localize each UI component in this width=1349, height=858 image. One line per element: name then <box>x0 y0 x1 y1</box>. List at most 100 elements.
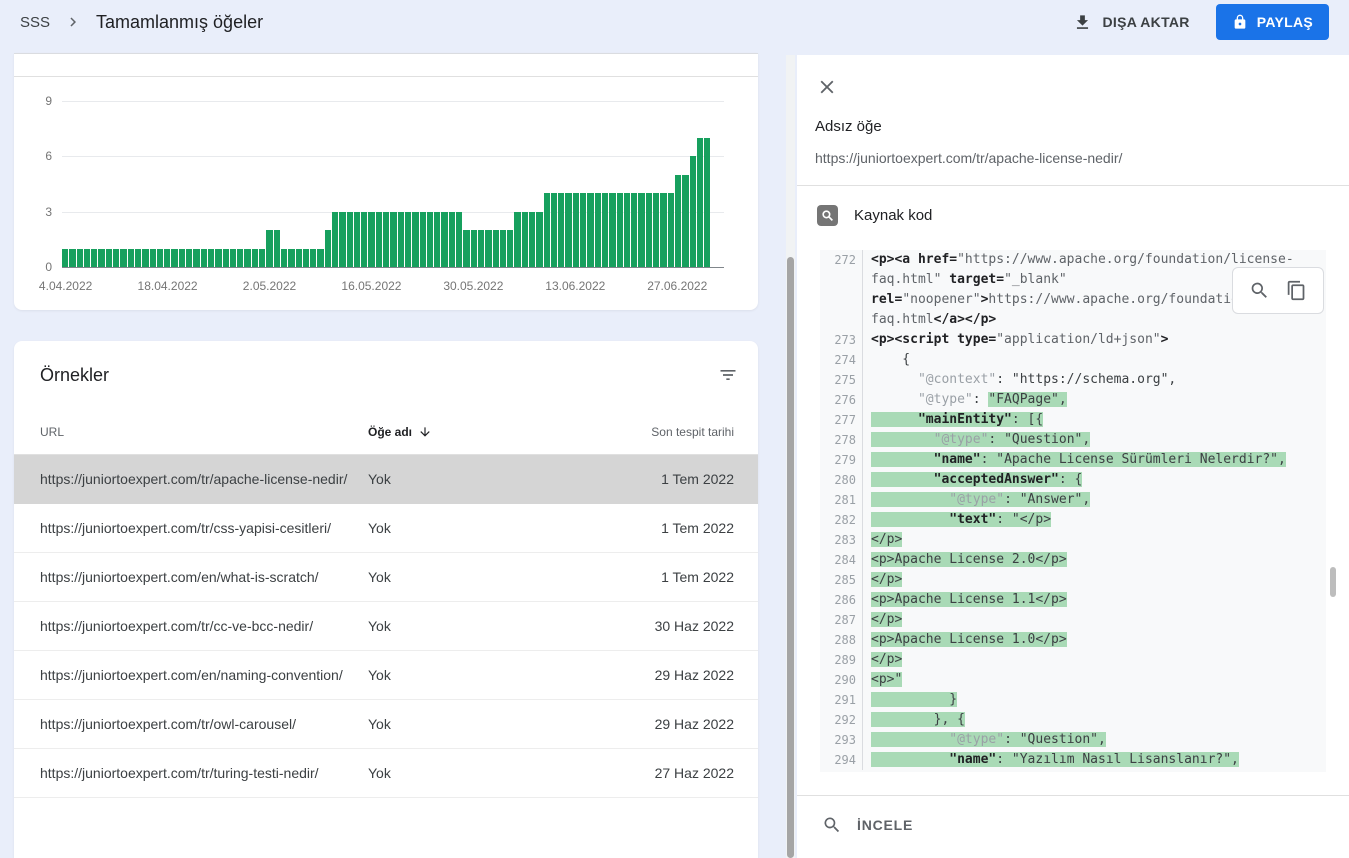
chart-bar[interactable] <box>193 249 199 267</box>
chart-bar[interactable] <box>624 193 630 267</box>
chart-bar[interactable] <box>113 249 119 267</box>
chart-bar[interactable] <box>456 212 462 267</box>
table-row[interactable]: https://juniortoexpert.com/tr/css-yapisi… <box>14 504 758 553</box>
chart-bar[interactable] <box>398 212 404 267</box>
chart-bar[interactable] <box>317 249 323 267</box>
chart-bar[interactable] <box>62 249 68 267</box>
share-button[interactable]: PAYLAŞ <box>1216 4 1329 40</box>
column-header-url[interactable]: URL <box>40 425 64 439</box>
chart-bar[interactable] <box>427 212 433 267</box>
chart-bar[interactable] <box>500 230 506 267</box>
chart-bar[interactable] <box>609 193 615 267</box>
chart-bar[interactable] <box>478 230 484 267</box>
chart-bar[interactable] <box>142 249 148 267</box>
chart-bar[interactable] <box>602 193 608 267</box>
chart-bar[interactable] <box>274 230 280 267</box>
chart-bar[interactable] <box>150 249 156 267</box>
chart-bar[interactable] <box>682 175 688 267</box>
chart-bar[interactable] <box>361 212 367 267</box>
chart-bar[interactable] <box>638 193 644 267</box>
chart-bar[interactable] <box>339 212 345 267</box>
chart-bar[interactable] <box>208 249 214 267</box>
table-row[interactable]: https://juniortoexpert.com/tr/turing-tes… <box>14 749 758 798</box>
chart-bar[interactable] <box>434 212 440 267</box>
chart-bar[interactable] <box>631 193 637 267</box>
chart-bar[interactable] <box>544 193 550 267</box>
chart-bar[interactable] <box>237 249 243 267</box>
chart-bar[interactable] <box>296 249 302 267</box>
chart-bar[interactable] <box>266 230 272 267</box>
chart-bar[interactable] <box>325 230 331 267</box>
chart-bar[interactable] <box>310 249 316 267</box>
table-row[interactable]: https://juniortoexpert.com/tr/owl-carous… <box>14 700 758 749</box>
chart-bar[interactable] <box>252 249 258 267</box>
chart-bar[interactable] <box>551 193 557 267</box>
main-scrollbar-thumb[interactable] <box>787 257 794 858</box>
chart-bar[interactable] <box>529 212 535 267</box>
breadcrumb-root[interactable]: SSS <box>20 14 50 31</box>
chart-bar[interactable] <box>675 175 681 267</box>
chart-bar[interactable] <box>120 249 126 267</box>
inspect-button[interactable]: İNCELE <box>822 815 913 835</box>
chart-bar[interactable] <box>704 138 710 267</box>
code-copy-button[interactable] <box>1286 280 1307 301</box>
chart-bar[interactable] <box>617 193 623 267</box>
chart-bar[interactable] <box>157 249 163 267</box>
chart-bar[interactable] <box>412 212 418 267</box>
chart-bar[interactable] <box>580 193 586 267</box>
chart-bar[interactable] <box>420 212 426 267</box>
chart-bar[interactable] <box>660 193 666 267</box>
column-header-item[interactable]: Öğe adı <box>368 425 432 439</box>
chart-bar[interactable] <box>558 193 564 267</box>
chart-bar[interactable] <box>288 249 294 267</box>
chart-bar[interactable] <box>164 249 170 267</box>
chart-bar[interactable] <box>135 249 141 267</box>
chart-bar[interactable] <box>514 212 520 267</box>
chart-bar[interactable] <box>215 249 221 267</box>
chart-bar[interactable] <box>536 212 542 267</box>
chart-bar[interactable] <box>179 249 185 267</box>
chart-bar[interactable] <box>565 193 571 267</box>
chart-bar[interactable] <box>522 212 528 267</box>
chart-bar[interactable] <box>230 249 236 267</box>
table-row[interactable]: https://juniortoexpert.com/en/what-is-sc… <box>14 553 758 602</box>
chart-bar[interactable] <box>347 212 353 267</box>
chart-bar[interactable] <box>98 249 104 267</box>
chart-bar[interactable] <box>84 249 90 267</box>
chart-bar[interactable] <box>128 249 134 267</box>
column-header-date[interactable]: Son tespit tarihi <box>651 425 734 439</box>
chart-bar[interactable] <box>171 249 177 267</box>
table-row[interactable]: https://juniortoexpert.com/en/naming-con… <box>14 651 758 700</box>
chart-bar[interactable] <box>471 230 477 267</box>
chart-bar[interactable] <box>573 193 579 267</box>
chart-bar[interactable] <box>354 212 360 267</box>
chart-bar[interactable] <box>91 249 97 267</box>
chart-bar[interactable] <box>493 230 499 267</box>
export-button[interactable]: DIŞA AKTAR <box>1073 13 1189 32</box>
table-row[interactable]: https://juniortoexpert.com/tr/cc-ve-bcc-… <box>14 602 758 651</box>
chart-bar[interactable] <box>646 193 652 267</box>
chart-bar[interactable] <box>595 193 601 267</box>
chart-bar[interactable] <box>463 230 469 267</box>
chart-bar[interactable] <box>449 212 455 267</box>
chart-bar[interactable] <box>587 193 593 267</box>
chart-bar[interactable] <box>507 230 513 267</box>
chart-bar[interactable] <box>106 249 112 267</box>
chart-bar[interactable] <box>259 249 265 267</box>
chart-bar[interactable] <box>441 212 447 267</box>
chart-bar[interactable] <box>186 249 192 267</box>
chart-bar[interactable] <box>303 249 309 267</box>
chart-bar[interactable] <box>368 212 374 267</box>
chart-bar[interactable] <box>653 193 659 267</box>
close-button[interactable] <box>816 76 838 98</box>
chart-bar[interactable] <box>376 212 382 267</box>
table-row[interactable]: https://juniortoexpert.com/tr/apache-lic… <box>14 455 758 504</box>
chart-bar[interactable] <box>697 138 703 267</box>
chart-bar[interactable] <box>405 212 411 267</box>
chart-bar[interactable] <box>485 230 491 267</box>
code-scrollbar-thumb[interactable] <box>1330 567 1336 597</box>
filter-button[interactable] <box>718 365 738 390</box>
chart-bar[interactable] <box>383 212 389 267</box>
chart-bar[interactable] <box>77 249 83 267</box>
chart-bar[interactable] <box>390 212 396 267</box>
